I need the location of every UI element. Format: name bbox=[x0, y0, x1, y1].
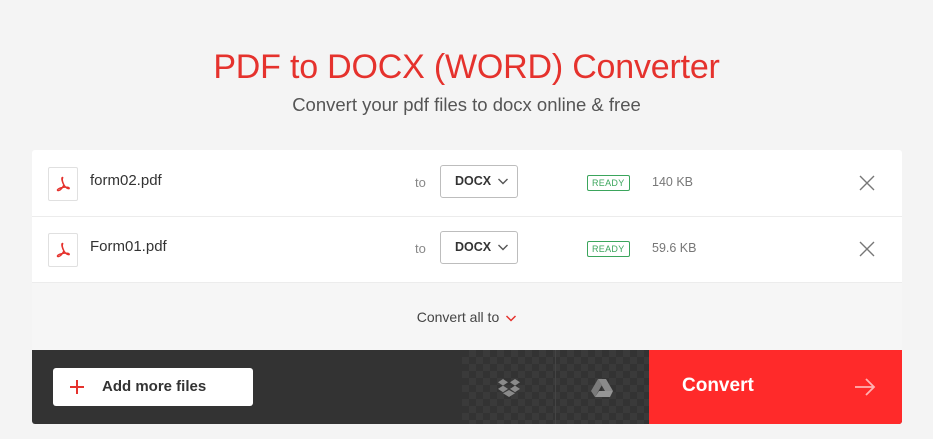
format-value: DOCX bbox=[455, 174, 492, 188]
status-badge: READY bbox=[587, 241, 630, 257]
arrow-right-icon bbox=[855, 378, 876, 396]
add-more-files-button[interactable]: Add more files bbox=[53, 368, 253, 406]
file-size: 140 KB bbox=[652, 175, 694, 189]
action-bar: Add more files Convert bbox=[32, 350, 902, 424]
pdf-icon bbox=[48, 167, 78, 201]
to-label: to bbox=[415, 175, 426, 190]
file-name: form02.pdf bbox=[90, 172, 162, 189]
close-icon[interactable] bbox=[858, 240, 876, 258]
status-badge: READY bbox=[587, 175, 630, 191]
file-row: form02.pdf to DOCX READY 140 KB bbox=[32, 150, 902, 217]
convert-button[interactable]: Convert bbox=[649, 350, 902, 424]
to-label: to bbox=[415, 241, 426, 256]
file-row: Form01.pdf to DOCX READY 59.6 KB bbox=[32, 216, 902, 283]
chevron-down-icon bbox=[506, 315, 517, 322]
google-drive-icon bbox=[591, 379, 613, 397]
convert-all-label: Convert all to bbox=[416, 309, 500, 325]
page-header: PDF to DOCX (WORD) Converter Convert you… bbox=[0, 0, 933, 150]
file-name: Form01.pdf bbox=[90, 238, 167, 255]
chevron-down-icon bbox=[498, 178, 508, 185]
plus-icon bbox=[70, 380, 84, 394]
format-select[interactable]: DOCX bbox=[440, 231, 518, 264]
pdf-icon bbox=[48, 233, 78, 267]
file-size: 59.6 KB bbox=[652, 241, 697, 255]
convert-all-dropdown[interactable]: Convert all to bbox=[32, 309, 902, 325]
close-icon[interactable] bbox=[858, 174, 876, 192]
convert-label: Convert bbox=[682, 375, 754, 396]
dropbox-icon bbox=[498, 379, 520, 397]
google-drive-button[interactable] bbox=[556, 350, 649, 424]
format-select[interactable]: DOCX bbox=[440, 165, 518, 198]
page-title: PDF to DOCX (WORD) Converter bbox=[213, 48, 720, 86]
dropbox-button[interactable] bbox=[462, 350, 556, 424]
convert-all-section: Convert all to bbox=[32, 282, 902, 351]
chevron-down-icon bbox=[498, 244, 508, 251]
page-subtitle: Convert your pdf files to docx online & … bbox=[292, 94, 641, 115]
format-value: DOCX bbox=[455, 240, 492, 254]
add-more-files-label: Add more files bbox=[102, 378, 207, 395]
file-list-panel: form02.pdf to DOCX READY 140 KB Form01.p… bbox=[32, 150, 902, 424]
